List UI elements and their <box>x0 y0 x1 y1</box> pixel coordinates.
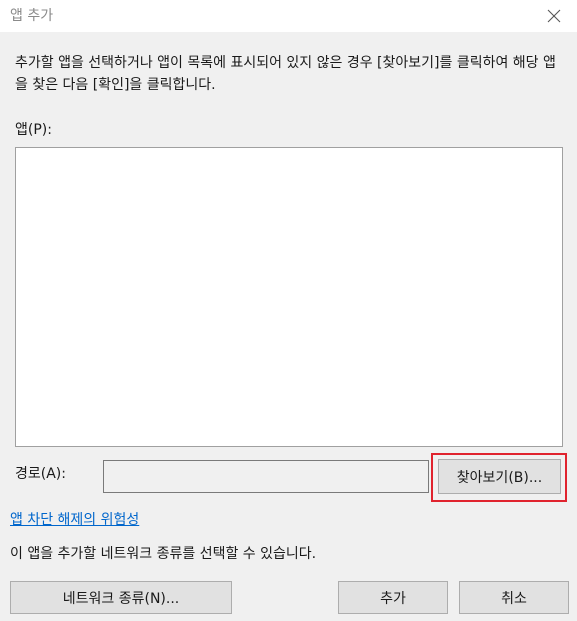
browse-button[interactable]: 찾아보기(B)... <box>438 459 561 494</box>
instruction-text: 추가할 앱을 선택하거나 앱이 목록에 표시되어 있지 않은 경우 [찾아보기]… <box>15 55 556 93</box>
network-type-description: 이 앱을 추가할 네트워크 종류를 선택할 수 있습니다. <box>10 546 317 562</box>
unblock-risk-link[interactable]: 앱 차단 해제의 위험성 <box>10 511 139 529</box>
close-button[interactable] <box>531 0 577 32</box>
network-types-button[interactable]: 네트워크 종류(N)... <box>10 581 232 614</box>
path-input[interactable] <box>103 460 429 493</box>
close-icon <box>547 9 561 23</box>
path-label: 경로(A): <box>15 466 66 482</box>
window-title: 앱 추가 <box>10 8 54 24</box>
apps-label: 앱(P): <box>15 122 52 138</box>
cancel-button[interactable]: 취소 <box>459 581 569 614</box>
add-button[interactable]: 추가 <box>338 581 448 614</box>
apps-list[interactable] <box>15 147 563 447</box>
add-app-dialog: 앱 추가 추가할 앱을 선택하거나 앱이 목록에 표시되어 있지 않은 경우 [… <box>0 0 577 621</box>
title-bar: 앱 추가 <box>0 0 577 32</box>
